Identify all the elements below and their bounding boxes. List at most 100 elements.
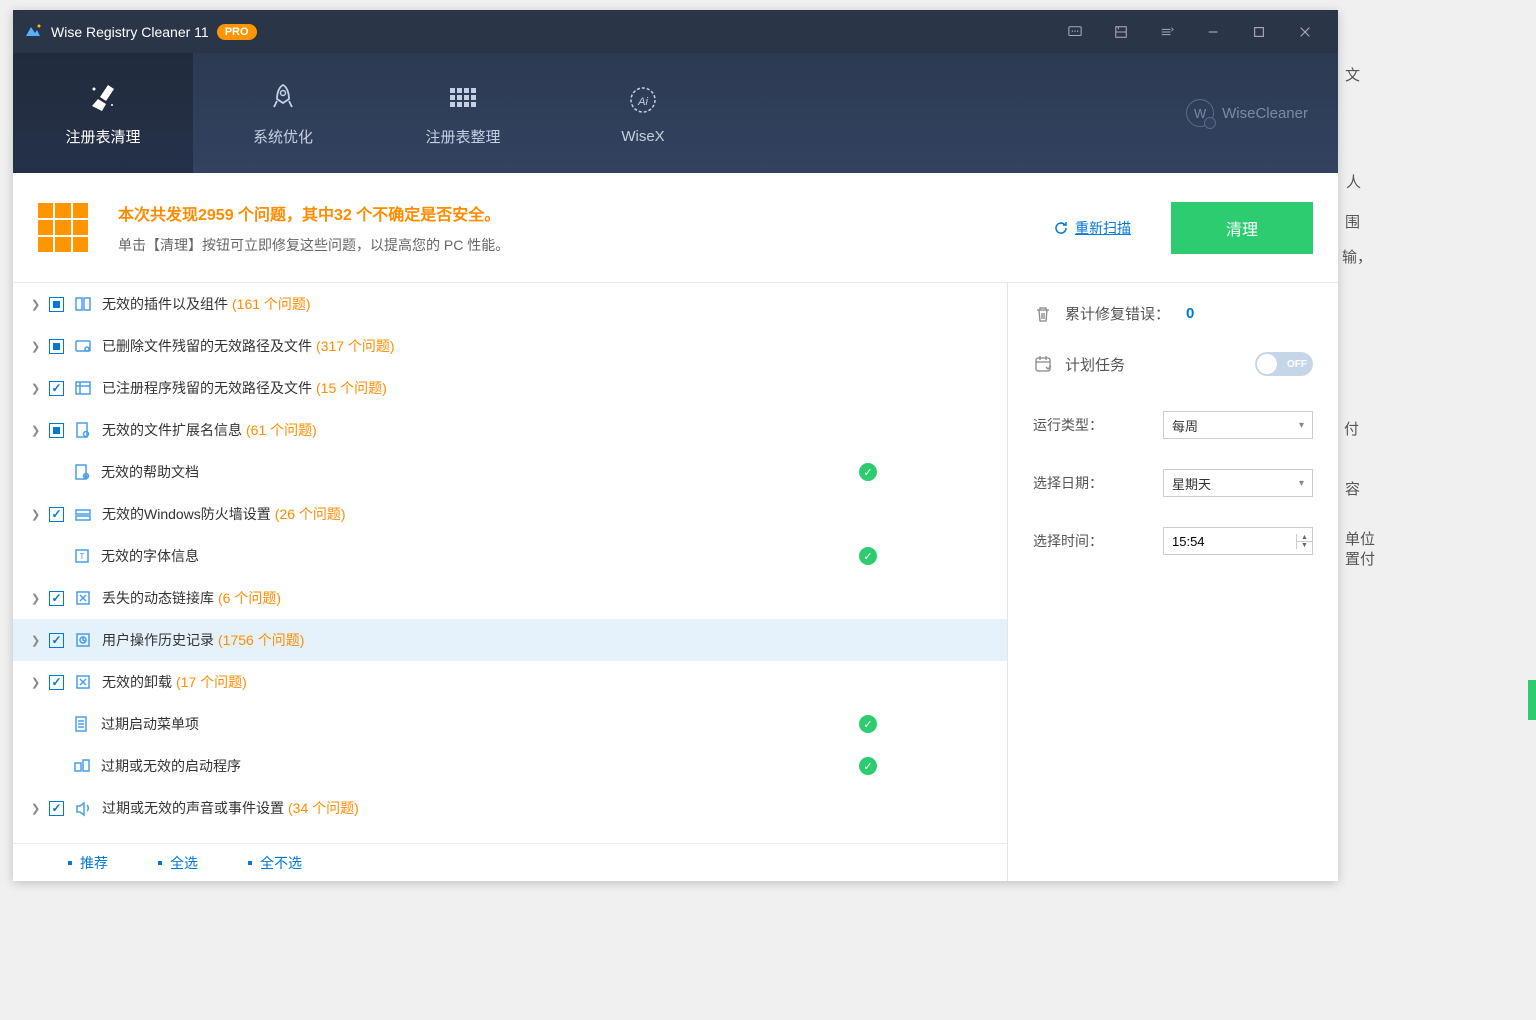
select-none-link[interactable]: 全不选	[248, 853, 302, 873]
summary-bar: 本次共发现2959 个问题，其中32 个不确定是否安全。 单击【清理】按钮可立即…	[13, 173, 1338, 283]
rocket-icon	[268, 80, 298, 116]
stat-value: 0	[1186, 305, 1194, 322]
date-select[interactable]: 星期天	[1163, 469, 1313, 497]
plan-label: 计划任务	[1065, 354, 1125, 375]
expand-icon[interactable]: ❯	[31, 508, 45, 521]
category-icon	[73, 715, 91, 733]
expand-icon[interactable]: ❯	[31, 802, 45, 815]
clean-button[interactable]: 清理	[1171, 202, 1313, 254]
category-row[interactable]: ❯丢失的动态链接库 (6 个问题)	[13, 577, 1007, 619]
recommend-link[interactable]: 推荐	[68, 853, 108, 873]
minimize-button[interactable]	[1190, 10, 1236, 53]
expand-icon[interactable]: ❯	[31, 382, 45, 395]
category-row[interactable]: ❯ 无效的插件以及组件 (161 个问题)	[13, 283, 1007, 325]
select-all-link[interactable]: 全选	[158, 853, 198, 873]
category-label: 无效的卸载	[102, 672, 172, 692]
category-count: (61 个问题)	[246, 420, 317, 440]
checkbox[interactable]	[49, 339, 64, 354]
category-row[interactable]: ❯ 已删除文件残留的无效路径及文件 (317 个问题)	[13, 325, 1007, 367]
category-label: 过期或无效的启动程序	[101, 756, 241, 776]
checkbox[interactable]	[49, 381, 64, 396]
expand-icon[interactable]: ❯	[31, 340, 45, 353]
category-label: 无效的插件以及组件	[102, 294, 228, 314]
category-icon	[74, 379, 92, 397]
category-icon	[74, 631, 92, 649]
category-count: (17 个问题)	[176, 672, 247, 692]
maximize-button[interactable]	[1236, 10, 1282, 53]
svg-text:T: T	[80, 552, 85, 561]
checkbox[interactable]	[49, 507, 64, 522]
expand-icon[interactable]: ❯	[31, 298, 45, 311]
checkbox[interactable]	[49, 633, 64, 648]
category-row[interactable]: ❯ 无效的文件扩展名信息 (61 个问题)	[13, 409, 1007, 451]
category-label: 无效的Windows防火墙设置	[102, 504, 271, 524]
feedback-icon[interactable]	[1052, 10, 1098, 53]
ok-icon: ✓	[859, 463, 877, 481]
nav-registry-defrag[interactable]: 注册表整理	[373, 53, 553, 173]
rescan-link[interactable]: 重新扫描	[1053, 218, 1131, 238]
category-label: 已删除文件残留的无效路径及文件	[102, 336, 312, 356]
summary-subtitle: 单击【清理】按钮可立即修复这些问题，以提高您的 PC 性能。	[118, 235, 1053, 255]
nav-system-optimize[interactable]: 系统优化	[193, 53, 373, 173]
category-icon	[74, 589, 92, 607]
checkbox[interactable]	[49, 297, 64, 312]
app-window: Wise Registry Cleaner 11 PRO 注册表清理 系统优化 …	[13, 10, 1338, 881]
ai-icon: Ai	[627, 82, 659, 118]
skin-icon[interactable]	[1098, 10, 1144, 53]
time-label: 选择时间：	[1033, 531, 1163, 551]
category-label: 无效的帮助文档	[101, 462, 199, 482]
category-row[interactable]: ? 无效的帮助文档 ✓	[13, 451, 1007, 493]
category-row[interactable]: ❯无效的Windows防火墙设置 (26 个问题)	[13, 493, 1007, 535]
category-label: 已注册程序残留的无效路径及文件	[102, 378, 312, 398]
trash-icon	[1033, 304, 1053, 324]
category-icon	[74, 673, 92, 691]
category-count: (317 个问题)	[316, 336, 395, 356]
category-row[interactable]: T无效的字体信息✓	[13, 535, 1007, 577]
refresh-icon	[1053, 220, 1069, 236]
category-icon	[74, 799, 92, 817]
category-row[interactable]: ❯ 无效的卸载 (17 个问题)	[13, 661, 1007, 703]
run-type-label: 运行类型：	[1033, 415, 1163, 435]
category-icon: ?	[73, 463, 91, 481]
menu-icon[interactable]	[1144, 10, 1190, 53]
schedule-toggle[interactable]: OFF	[1255, 352, 1313, 376]
nav-wisex[interactable]: Ai WiseX	[553, 53, 733, 173]
brand[interactable]: W WiseCleaner	[1186, 53, 1338, 173]
run-type-select[interactable]: 每周	[1163, 411, 1313, 439]
ok-icon: ✓	[859, 715, 877, 733]
spinner-up[interactable]: ▲	[1297, 534, 1312, 542]
app-title: Wise Registry Cleaner 11	[51, 24, 209, 40]
category-row[interactable]: ❯用户操作历史记录 (1756 个问题)	[13, 619, 1007, 661]
time-spinner[interactable]: 15:54 ▲▼	[1163, 527, 1313, 555]
category-count: (161 个问题)	[232, 294, 311, 314]
expand-icon[interactable]: ❯	[31, 676, 45, 689]
expand-icon[interactable]: ❯	[31, 592, 45, 605]
ok-icon: ✓	[859, 757, 877, 775]
category-icon	[74, 295, 92, 313]
category-row[interactable]: ❯已注册程序残留的无效路径及文件 (15 个问题)	[13, 367, 1007, 409]
expand-icon[interactable]: ❯	[31, 634, 45, 647]
ok-icon: ✓	[859, 547, 877, 565]
category-count: (34 个问题)	[288, 798, 359, 818]
side-panel: 累计修复错误： 0 计划任务 OFF 运行类型： 每周 选择日期： 星期天 选择…	[1008, 283, 1338, 881]
nav-registry-clean[interactable]: 注册表清理	[13, 53, 193, 173]
category-label: 用户操作历史记录	[102, 630, 214, 650]
checkbox[interactable]	[49, 675, 64, 690]
stat-label: 累计修复错误：	[1065, 303, 1170, 324]
brand-icon: W	[1186, 99, 1214, 127]
category-row[interactable]: ❯过期或无效的声音或事件设置 (34 个问题)	[13, 787, 1007, 829]
checkbox[interactable]	[49, 591, 64, 606]
checkbox[interactable]	[49, 423, 64, 438]
checkbox[interactable]	[49, 801, 64, 816]
close-button[interactable]	[1282, 10, 1328, 53]
pro-badge: PRO	[217, 24, 257, 40]
categories-pane: ❯ 无效的插件以及组件 (161 个问题) ❯ 已删除文件残留的无效路径及文件 (31…	[13, 283, 1008, 881]
expand-icon[interactable]: ❯	[31, 424, 45, 437]
category-row[interactable]: 过期或无效的启动程序 ✓	[13, 745, 1007, 787]
category-icon	[74, 505, 92, 523]
category-label: 无效的文件扩展名信息	[102, 420, 242, 440]
spinner-down[interactable]: ▼	[1297, 542, 1312, 549]
broom-icon	[86, 80, 120, 116]
app-icon	[23, 22, 43, 42]
category-row[interactable]: 过期启动菜单项✓	[13, 703, 1007, 745]
